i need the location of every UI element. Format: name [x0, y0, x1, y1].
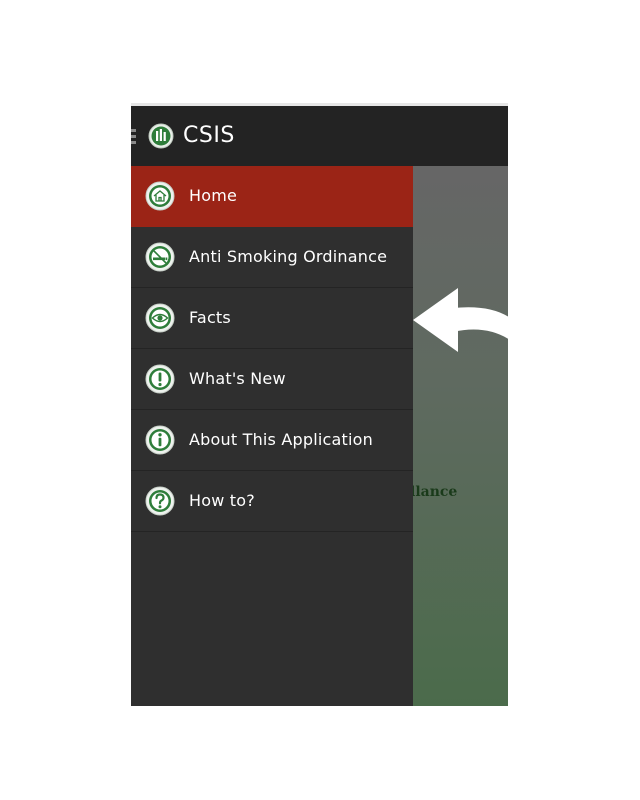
menu-item-whats-new[interactable]: What's New [131, 349, 413, 410]
menu-item-how-to[interactable]: How to? [131, 471, 413, 532]
action-bar: CSIS [131, 106, 508, 166]
swipe-back-arrow-icon [413, 288, 508, 352]
info-icon [145, 425, 175, 455]
app-logo-icon[interactable] [148, 123, 174, 149]
content-partial-text: llance [413, 484, 458, 500]
app-screen: CSIS llance Home Anti Smoking Ordinance … [131, 103, 508, 706]
app-title: CSIS [183, 123, 235, 148]
home-icon [145, 181, 175, 211]
eye-icon [145, 303, 175, 333]
menu-item-about-this-application[interactable]: About This Application [131, 410, 413, 471]
menu-label-anti-smoking-ordinance: Anti Smoking Ordinance [189, 247, 388, 266]
main-content-peek[interactable]: llance [413, 166, 508, 706]
hamburger-icon[interactable] [131, 129, 136, 145]
menu-label-home: Home [189, 186, 238, 205]
menu-item-home[interactable]: Home [131, 166, 413, 227]
menu-label-how-to: How to? [189, 491, 255, 510]
exclamation-icon [145, 364, 175, 394]
navigation-drawer: Home Anti Smoking Ordinance Facts What's… [131, 166, 413, 706]
menu-item-facts[interactable]: Facts [131, 288, 413, 349]
question-icon [145, 486, 175, 516]
menu-label-whats-new: What's New [189, 369, 286, 388]
no-smoking-icon [145, 242, 175, 272]
menu-label-facts: Facts [189, 308, 231, 327]
menu-item-anti-smoking-ordinance[interactable]: Anti Smoking Ordinance [131, 227, 413, 288]
menu-label-about-this-application: About This Application [189, 430, 373, 449]
